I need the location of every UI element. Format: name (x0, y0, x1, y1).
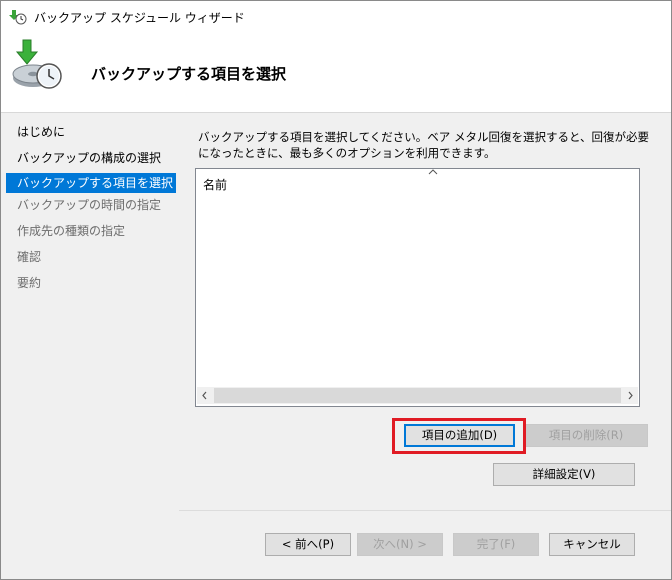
wizard-window: バックアップ スケジュール ウィザード バックアップする項目を選択 はじめに バ… (0, 0, 672, 580)
remove-items-button[interactable]: 項目の削除(R) (524, 424, 648, 447)
wizard-content: バックアップする項目を選択してください。ベア メタル回復を選択すると、回復が必要… (179, 113, 671, 579)
nav-step-specify-time: バックアップの時間の指定 (17, 198, 162, 212)
nav-step-destination-type: 作成先の種類の指定 (17, 224, 126, 238)
backup-app-icon (9, 10, 27, 25)
back-button[interactable]: < 前へ(P) (265, 533, 351, 556)
scroll-right-button[interactable] (622, 387, 638, 404)
add-items-button[interactable]: 項目の追加(D) (404, 424, 515, 447)
cancel-button[interactable]: キャンセル (549, 533, 635, 556)
scrollbar-thumb[interactable] (214, 388, 621, 403)
footer-separator (179, 510, 671, 511)
instructions-text: バックアップする項目を選択してください。ベア メタル回復を選択すると、回復が必要… (198, 130, 650, 160)
scroll-left-button[interactable] (197, 387, 213, 404)
wizard-steps-nav: はじめに バックアップの構成の選択 バックアップする項目を選択 バックアップの時… (1, 113, 179, 579)
nav-step-confirmation: 確認 (17, 250, 42, 264)
sort-ascending-icon (428, 169, 438, 175)
column-header-name[interactable]: 名前 (203, 176, 227, 193)
backup-clock-icon (12, 39, 62, 89)
nav-step-getting-started[interactable]: はじめに (6, 122, 176, 142)
title-bar: バックアップ スケジュール ウィザード (1, 1, 671, 32)
finish-button[interactable]: 完了(F) (453, 533, 539, 556)
window-title: バックアップ スケジュール ウィザード (34, 11, 245, 25)
next-button[interactable]: 次へ(N) > (357, 533, 443, 556)
items-list[interactable]: 名前 (195, 168, 640, 407)
nav-step-summary: 要約 (17, 276, 42, 290)
chevron-right-icon (628, 391, 633, 400)
nav-step-backup-configuration[interactable]: バックアップの構成の選択 (6, 148, 176, 168)
page-title: バックアップする項目を選択 (91, 65, 287, 83)
advanced-settings-button[interactable]: 詳細設定(V) (493, 463, 635, 486)
horizontal-scrollbar[interactable] (197, 387, 638, 404)
nav-step-select-items[interactable]: バックアップする項目を選択 (6, 173, 176, 193)
wizard-header: バックアップする項目を選択 (1, 32, 671, 113)
chevron-left-icon (202, 391, 207, 400)
